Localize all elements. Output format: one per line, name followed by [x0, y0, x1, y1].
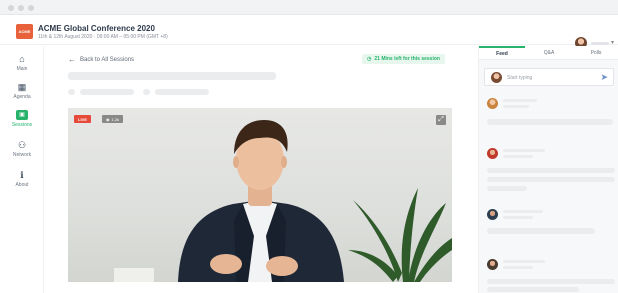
viewer-count-badge: ◉ 1,2k	[102, 115, 124, 123]
list-item	[503, 210, 543, 213]
back-to-sessions-link[interactable]: ← Back to All Sessions	[68, 55, 134, 64]
nav-item-network[interactable]: ⚇ Network	[0, 140, 44, 168]
window-zoom-dot[interactable]	[28, 5, 34, 11]
avatar	[487, 148, 498, 159]
side-panel-tabs: Feed Q&A Polls	[479, 46, 618, 60]
back-label: Back to All Sessions	[80, 56, 135, 63]
speaker-video-frame	[114, 120, 452, 282]
left-nav: ⌂ Main ▦ Agenda ▣ Sessions ⚇ Network ℹ A…	[0, 46, 44, 293]
nav-item-main[interactable]: ⌂ Main	[0, 54, 44, 82]
session-timer-badge: ◷ 21 Mins left for this session	[362, 54, 445, 64]
session-title-placeholder	[68, 72, 276, 80]
event-title: ACME Global Conference 2020	[38, 24, 155, 33]
list-item	[503, 105, 529, 108]
nav-label: Sessions	[11, 122, 33, 128]
list-item	[487, 168, 615, 173]
list-item	[487, 186, 527, 191]
eye-icon: ◉	[106, 116, 110, 122]
tab-polls[interactable]: Polls	[573, 46, 618, 60]
video-player[interactable]: LIVE ◉ 1,2k ⤢	[68, 108, 452, 282]
list-item	[487, 279, 615, 284]
timer-text: 21 Mins left for this session	[374, 56, 440, 62]
list-item	[487, 287, 579, 292]
sessions-icon: ▣	[16, 110, 28, 120]
home-icon: ⌂	[19, 54, 25, 64]
nav-item-about[interactable]: ℹ About	[0, 170, 44, 198]
app-header: ACME ACME Global Conference 2020 11th & …	[0, 15, 618, 49]
meta-text-placeholder	[80, 89, 134, 95]
send-icon[interactable]: ➤	[600, 72, 608, 83]
list-item	[503, 260, 545, 263]
avatar	[487, 259, 498, 270]
list-item	[487, 177, 615, 182]
arrow-left-icon: ←	[68, 55, 76, 64]
window-close-dot[interactable]	[8, 5, 14, 11]
info-icon: ℹ	[20, 170, 24, 180]
side-panel: Feed Q&A Polls ➤	[478, 46, 618, 293]
user-name-placeholder	[591, 42, 609, 45]
list-item	[503, 266, 533, 269]
list-item	[503, 155, 533, 158]
live-badge: LIVE	[74, 115, 91, 123]
tab-qa[interactable]: Q&A	[526, 46, 572, 60]
expand-icon: ⤢	[438, 116, 444, 123]
clock-icon: ◷	[367, 56, 372, 62]
fullscreen-button[interactable]: ⤢	[436, 115, 446, 125]
meta-icon-placeholder	[68, 89, 75, 95]
event-logo: ACME	[16, 24, 33, 39]
calendar-icon: ▦	[17, 82, 27, 92]
list-item	[487, 228, 595, 234]
avatar	[487, 98, 498, 109]
nav-item-sessions[interactable]: ▣ Sessions	[0, 110, 44, 138]
window-minimize-dot[interactable]	[18, 5, 24, 11]
avatar	[491, 72, 502, 83]
list-item	[503, 99, 537, 102]
meta-text-placeholder	[155, 89, 209, 95]
feed-compose-box: ➤	[484, 68, 614, 86]
nav-label: About	[15, 182, 29, 188]
window-titlebar	[0, 0, 618, 15]
chevron-down-icon[interactable]: ▾	[611, 39, 614, 46]
nav-label: Network	[12, 152, 32, 158]
meta-icon-placeholder	[143, 89, 150, 95]
event-date: 11th & 12th August 2020 · 09:00 AM – 05:…	[38, 34, 168, 40]
list-item	[487, 119, 613, 125]
list-item	[503, 149, 545, 152]
viewer-count: 1,2k	[111, 116, 120, 122]
nav-item-agenda[interactable]: ▦ Agenda	[0, 82, 44, 110]
nav-label: Main	[16, 66, 28, 72]
nav-label: Agenda	[13, 94, 31, 100]
avatar	[487, 209, 498, 220]
people-icon: ⚇	[17, 140, 27, 150]
tab-feed[interactable]: Feed	[479, 46, 525, 60]
feed-message-input[interactable]	[507, 72, 597, 83]
list-item	[503, 216, 533, 219]
